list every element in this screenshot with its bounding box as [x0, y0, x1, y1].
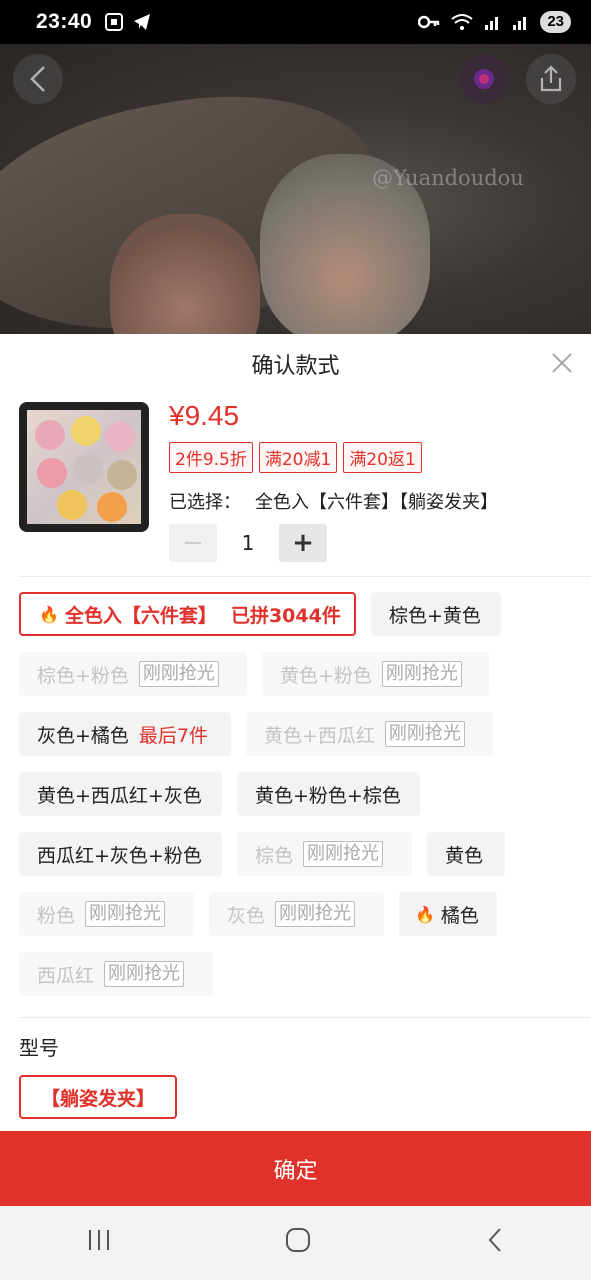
screenshot-icon — [105, 13, 124, 31]
option-chip[interactable]: 黄色+粉色+棕色 — [237, 772, 420, 816]
battery-indicator: 23 — [540, 11, 571, 33]
option-label: 粉色 — [37, 904, 76, 927]
option-chip[interactable]: 黄色+西瓜红+灰色 — [19, 772, 222, 816]
option-chip[interactable]: 西瓜红+灰色+粉色 — [19, 832, 222, 876]
option-chip[interactable]: 西瓜红 刚刚抢光 — [19, 952, 214, 996]
signal-icon-2 — [513, 17, 527, 30]
option-chip[interactable]: 棕色 刚刚抢光 — [237, 832, 412, 876]
watermark: @Yuandoudou — [372, 166, 524, 190]
selected-value: 全色入【六件套】【躺姿发夹】 — [255, 492, 498, 513]
sku-selector-sheet: 确认款式 ¥9.45 2件9.5折 满20减1 满20返1 已选择： 全色入【六件… — [0, 334, 591, 1206]
wifi-icon — [451, 14, 473, 30]
home-button[interactable] — [284, 1226, 312, 1261]
stock-warning: 最后7件 — [138, 724, 209, 747]
close-icon — [552, 353, 572, 373]
quantity-value: 1 — [241, 531, 255, 555]
option-label: 棕色+黄色 — [389, 604, 481, 627]
fire-icon: 🔥 — [39, 604, 59, 624]
share-button[interactable] — [526, 54, 576, 104]
divider — [19, 576, 591, 577]
divider — [19, 1017, 591, 1018]
option-label: 【躺姿发夹】 — [40, 1087, 155, 1110]
option-chip[interactable]: 棕色+粉色 刚刚抢光 — [19, 652, 247, 696]
share-icon — [540, 65, 562, 92]
sold-out-tag: 刚刚抢光 — [104, 961, 185, 987]
chevron-left-icon — [30, 66, 45, 92]
recent-apps-icon — [89, 1229, 110, 1250]
quantity-decrease-button[interactable]: − — [169, 524, 217, 562]
selected-label: 已选择： — [169, 492, 241, 513]
option-chip[interactable]: 灰色+橘色 最后7件 — [19, 712, 231, 756]
status-time: 23:40 — [36, 10, 93, 33]
status-bar: 23:40 23 — [0, 0, 591, 44]
product-image: @Yuandoudou — [0, 44, 591, 334]
confirm-button[interactable]: 确定 — [0, 1131, 591, 1206]
sold-out-tag: 刚刚抢光 — [384, 721, 465, 747]
option-chip[interactable]: 黄色 — [427, 832, 505, 876]
fire-icon: 🔥 — [415, 904, 435, 924]
option-label: 黄色+粉色 — [280, 664, 372, 687]
tiktok-icon — [474, 69, 494, 89]
system-nav-bar — [0, 1206, 591, 1280]
sold-out-tag: 刚刚抢光 — [138, 661, 219, 687]
option-label: 西瓜红 — [37, 964, 95, 987]
sold-out-tag: 刚刚抢光 — [381, 661, 462, 687]
home-icon — [286, 1227, 311, 1252]
sheet-title: 确认款式 — [251, 354, 340, 379]
telegram-icon — [134, 14, 151, 30]
option-label: 棕色 — [255, 844, 294, 867]
option-label: 黄色+粉色+棕色 — [255, 784, 401, 807]
video-button[interactable] — [459, 54, 509, 104]
promo-tag: 满20返1 — [343, 442, 422, 473]
option-label: 橘色 — [440, 904, 479, 927]
quantity-stepper: − 1 + — [169, 524, 327, 562]
option-chip[interactable]: 灰色 刚刚抢光 — [209, 892, 384, 936]
close-button[interactable] — [548, 350, 576, 378]
option-chip[interactable]: 粉色 刚刚抢光 — [19, 892, 194, 936]
sold-out-tag: 刚刚抢光 — [303, 841, 384, 867]
signal-icon — [485, 17, 499, 30]
option-chip[interactable]: 黄色+粉色 刚刚抢光 — [262, 652, 489, 696]
option-label: 灰色+橘色 — [37, 724, 129, 747]
option-label: 灰色 — [227, 904, 266, 927]
back-button[interactable] — [13, 54, 63, 104]
model-section-title: 型号 — [19, 1036, 59, 1060]
quantity-increase-button[interactable]: + — [279, 524, 327, 562]
option-label: 棕色+粉色 — [37, 664, 129, 687]
option-chip[interactable]: 黄色+西瓜红 刚刚抢光 — [246, 712, 494, 756]
model-option-chip[interactable]: 【躺姿发夹】 — [19, 1075, 177, 1119]
option-label: 黄色 — [445, 844, 484, 867]
option-chip[interactable]: 🔥 全色入【六件套】 已拼3044件 — [19, 592, 356, 636]
promo-tags: 2件9.5折 满20减1 满20返1 — [169, 442, 422, 473]
sold-out-tag: 刚刚抢光 — [275, 901, 356, 927]
option-chip[interactable]: 🔥 橘色 — [399, 892, 497, 936]
option-label: 全色入【六件套】 — [64, 604, 217, 627]
price: ¥9.45 — [169, 400, 240, 431]
recent-apps-button[interactable] — [86, 1227, 112, 1260]
product-thumbnail[interactable] — [19, 402, 149, 532]
option-label: 黄色+西瓜红 — [264, 724, 375, 747]
back-nav-button[interactable] — [485, 1226, 505, 1261]
promo-tag: 2件9.5折 — [169, 442, 253, 473]
sold-out-tag: 刚刚抢光 — [85, 901, 166, 927]
option-label: 黄色+西瓜红+灰色 — [37, 784, 202, 807]
option-chip[interactable]: 棕色+黄色 — [371, 592, 501, 636]
option-sales: 已拼3044件 — [230, 604, 341, 627]
promo-tag: 满20减1 — [258, 442, 338, 473]
key-icon — [418, 15, 440, 29]
doll-figure — [110, 214, 260, 334]
option-label: 西瓜红+灰色+粉色 — [37, 844, 202, 867]
selected-summary: 已选择： 全色入【六件套】【躺姿发夹】 — [169, 488, 498, 514]
back-icon — [488, 1227, 501, 1252]
